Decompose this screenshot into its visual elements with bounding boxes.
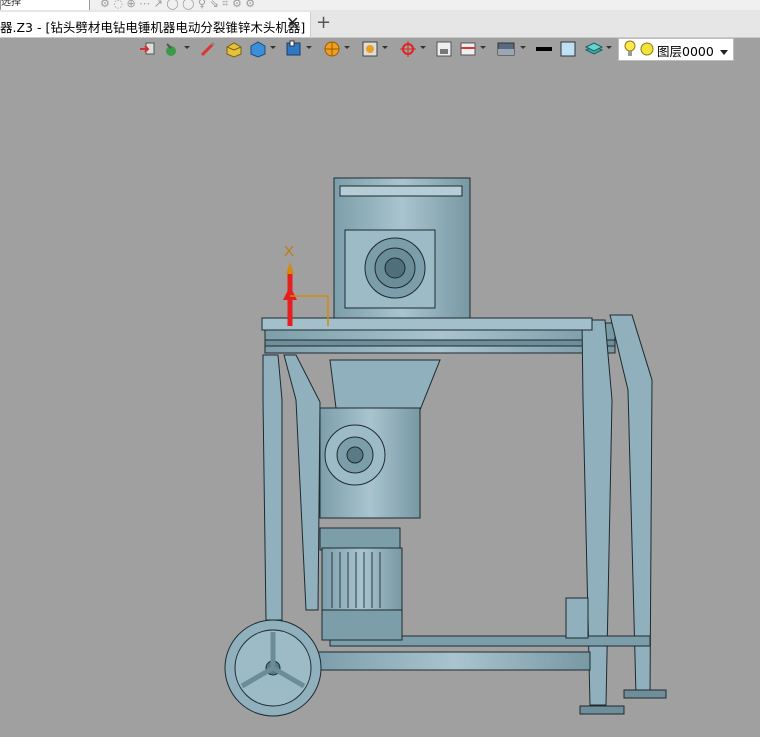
top-strip: 选择 ⚙ ◌ ⊕ ⋯ ↗ ◯ ◯ ♀ ⇘ ⌗ ⚙ ⚙ <box>0 0 760 10</box>
gearbox-top <box>261 177 593 331</box>
layer-stack-dropdown-icon[interactable] <box>606 46 612 49</box>
background-dropdown-icon[interactable] <box>520 46 526 49</box>
close-icon[interactable]: ✕ <box>286 13 299 32</box>
display-mode-dropdown-icon[interactable] <box>306 46 312 49</box>
chevron-down-icon[interactable] <box>720 45 728 59</box>
display-mode-icon[interactable] <box>284 39 304 59</box>
solid-view-dropdown-icon[interactable] <box>270 46 276 49</box>
axis-x-label: X <box>284 243 294 260</box>
add-tab-button[interactable]: + <box>316 12 331 33</box>
color-icon[interactable] <box>162 39 182 59</box>
fill-color-icon[interactable] <box>558 39 578 59</box>
frame-icon[interactable] <box>360 39 380 59</box>
coordinate-axis: X <box>283 243 329 326</box>
clip-icon[interactable] <box>458 39 478 59</box>
background-icon[interactable] <box>496 39 516 59</box>
tab-bar: 器.Z3 - [钻头劈材电钻电锤机器电动分裂锥锌木头机器] ✕ + <box>0 10 760 38</box>
frame-dropdown-icon[interactable] <box>382 46 388 49</box>
lightbulb-icon[interactable] <box>623 40 637 61</box>
wheel <box>224 619 322 717</box>
ghost-toolbar-icons: ⚙ ◌ ⊕ ⋯ ↗ ◯ ◯ ♀ ⇘ ⌗ ⚙ ⚙ <box>100 0 256 10</box>
select-dropdown[interactable]: 选择 <box>0 0 90 10</box>
layer-color-icon[interactable] <box>640 42 654 59</box>
origin-icon[interactable] <box>398 39 418 59</box>
solid-view-icon[interactable] <box>248 39 268 59</box>
line-color-icon[interactable] <box>534 39 554 59</box>
render-dropdown-icon[interactable] <box>344 46 350 49</box>
layer-name: 图层0000 <box>657 44 714 59</box>
render-icon[interactable] <box>322 39 342 59</box>
origin-dropdown-icon[interactable] <box>420 46 426 49</box>
layer-stack-icon[interactable] <box>584 39 604 59</box>
layer-selector[interactable]: 图层0000 <box>618 38 734 61</box>
clip-dropdown-icon[interactable] <box>480 46 486 49</box>
pen-icon[interactable] <box>198 39 218 59</box>
gearbox-lower <box>319 407 421 519</box>
import-icon[interactable] <box>138 39 158 59</box>
3d-viewport[interactable]: X <box>0 62 760 737</box>
motor <box>319 527 403 641</box>
block-icon[interactable] <box>224 39 244 59</box>
color-dropdown-icon[interactable] <box>184 46 190 49</box>
tab-title: 器.Z3 - [钻头劈材电钻电锤机器电动分裂锥锌木头机器] <box>0 20 306 35</box>
document-tab[interactable]: 器.Z3 - [钻头劈材电钻电锤机器电动分裂锥锌木头机器] ✕ <box>0 12 311 37</box>
view-icon[interactable] <box>434 39 454 59</box>
